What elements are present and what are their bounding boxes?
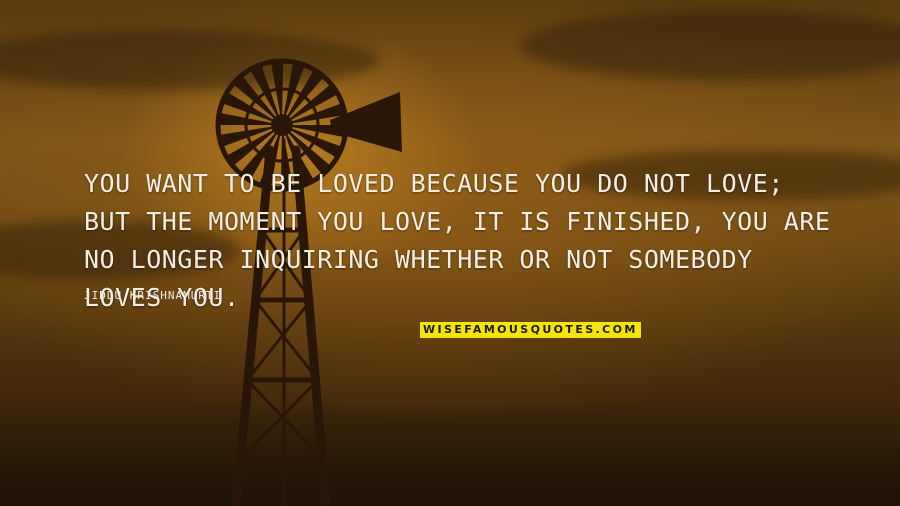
watermark-logo: WISEFAMOUSQUOTES.COM: [420, 322, 641, 338]
quote-author: JIDDU KRISHNAMURTI: [84, 289, 222, 302]
background-photo: YOU WANT TO BE LOVED BECAUSE YOU DO NOT …: [0, 0, 900, 506]
